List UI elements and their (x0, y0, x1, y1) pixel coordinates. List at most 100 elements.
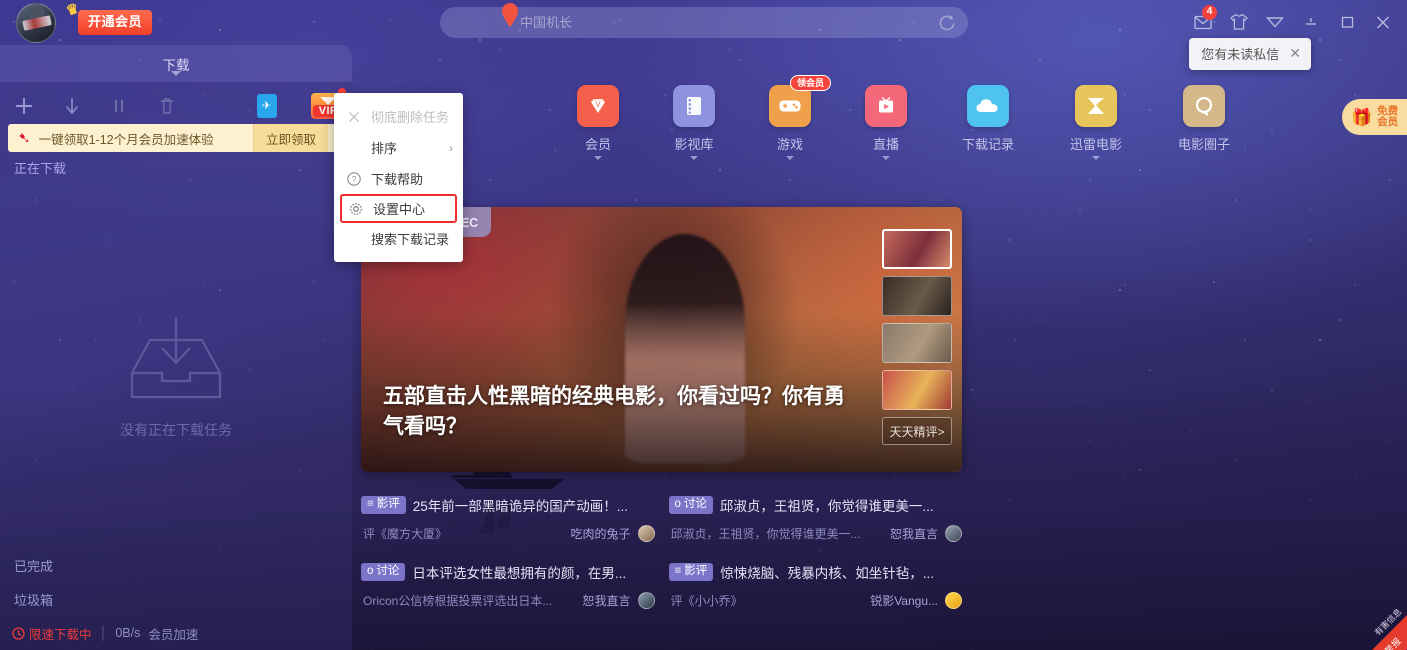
sidebar-item-completed-label: 已完成 (14, 559, 53, 574)
menu-item-settings-center-label: 设置中心 (373, 199, 425, 218)
article-meta: Oricon公信榜根据投票评选出日本... 恕我直言 (361, 592, 655, 609)
menu-item-search-download-records-label: 搜索下载记录 (371, 229, 449, 248)
article-title: 日本评选女性最想拥有的颜，在男... (412, 562, 626, 582)
sidebar-item-downloading[interactable]: 正在下载 (14, 158, 66, 177)
svg-text:?: ? (352, 175, 357, 184)
hero-thumb-4[interactable] (882, 370, 952, 410)
circle-icon (1183, 85, 1225, 127)
close-icon (346, 111, 362, 123)
open-vip-label: 开通会员 (88, 14, 142, 29)
nav-item-games[interactable]: 领会员 游戏 (762, 85, 818, 185)
badge-label: 影评 (684, 565, 707, 578)
film-icon (673, 85, 715, 127)
vip-promo-banner[interactable]: ➷ 一键领取1-12个月会员加速体验 立即领取 ✕ (8, 124, 346, 152)
toast-close-icon[interactable]: ✕ (1289, 45, 1301, 62)
article-author: 恕我直言 (582, 592, 630, 609)
nav-item-movie-circle[interactable]: 电影圈子 (1170, 85, 1238, 185)
skin-icon[interactable] (1225, 10, 1253, 34)
maximize-icon[interactable] (1333, 10, 1361, 34)
article-author: 吃肉的兔子 (570, 525, 630, 542)
crown-icon: ♛ (64, 0, 82, 20)
search-refresh-icon[interactable] (937, 13, 956, 32)
chevron-down-icon (594, 156, 602, 160)
free-vip-button[interactable]: 🎁 免费 会员 (1342, 99, 1407, 135)
tab-download[interactable]: 下载 (0, 45, 352, 82)
badge-label: 讨论 (684, 498, 707, 511)
hero-thumbnail-strip: 天天精评> (882, 229, 952, 445)
nav-item-xunlei-movie[interactable]: 迅雷电影 (1062, 85, 1130, 185)
chevron-down-icon (1092, 156, 1100, 160)
window-controls: 4 (1189, 10, 1397, 34)
avatar (945, 592, 962, 609)
chevron-right-icon: › (449, 141, 453, 155)
mail-icon[interactable]: 4 (1189, 10, 1217, 34)
gift-icon: 🎁 (1351, 109, 1372, 126)
avatar[interactable] (16, 3, 56, 43)
gamepad-icon (769, 85, 811, 127)
article-title: 25年前一部黑暗诡异的国产动画！... (413, 495, 628, 515)
add-task-button[interactable] (0, 82, 48, 130)
nav-item-live[interactable]: 直播 (858, 85, 914, 185)
thunder-icon (1075, 85, 1117, 127)
article-title: 邱淑贞，王祖贤，你觉得谁更美一... (720, 495, 934, 515)
promo-claim-button[interactable]: 立即领取 (253, 124, 328, 152)
mail-unread-badge: 4 (1202, 5, 1217, 20)
article-heading: o 讨论 邱淑贞，王祖贤，你觉得谁更美一... (669, 495, 963, 515)
report-badge[interactable]: 有害信息 举报 (1361, 604, 1407, 650)
unread-message-toast: 您有未读私信 ✕ (1189, 38, 1311, 70)
nav-item-library[interactable]: 影视库 (666, 85, 722, 185)
article-meta: 评《魔方大厦》 吃肉的兔子 (361, 525, 655, 542)
download-toolbar: ✈ VIP (0, 82, 352, 130)
nav-item-xunlei-movie-label: 迅雷电影 (1062, 134, 1130, 153)
nav-item-vip[interactable]: V 会员 (570, 85, 626, 185)
menu-item-search-download-records[interactable]: 搜索下载记录 (334, 223, 463, 254)
status-badge: o 讨论 (669, 496, 713, 514)
nav-row: V 会员 影视库 领会员 游戏 (352, 85, 1407, 185)
pause-all-button[interactable] (95, 82, 143, 130)
list-item[interactable]: ≡ 影评 惊悚烧脑、残暴内核、如坐针毡，... 评《小小乔》 锐影Vangu..… (669, 562, 963, 609)
nav-item-movie-circle-label: 电影圈子 (1170, 134, 1238, 153)
xunlei-app-window: ♛ 开通会员 4 (0, 0, 1407, 650)
menu-item-download-help-label: 下载帮助 (371, 169, 423, 188)
close-icon[interactable] (1369, 10, 1397, 34)
search-container (440, 7, 968, 38)
menu-icon[interactable] (1261, 10, 1289, 34)
list-item[interactable]: o 讨论 日本评选女性最想拥有的颜，在男... Oricon公信榜根据投票评选出… (361, 562, 655, 609)
menu-item-sort[interactable]: 排序 › (334, 132, 463, 163)
cloud-icon (967, 85, 1009, 127)
open-vip-button[interactable]: ♛ 开通会员 (78, 10, 152, 35)
sidebar-item-trash-label: 垃圾箱 (14, 593, 53, 608)
accel-label[interactable]: 会员加速 (148, 624, 198, 643)
status-badge: ≡ 影评 (361, 496, 406, 514)
minimize-icon[interactable] (1297, 10, 1325, 34)
article-heading: o 讨论 日本评选女性最想拥有的颜，在男... (361, 562, 655, 582)
speed-limit-status: 限速下载中 (12, 624, 92, 643)
sidebar-item-completed[interactable]: 已完成 (14, 556, 53, 575)
start-all-button[interactable] (48, 82, 96, 130)
menu-item-settings-center[interactable]: 设置中心 (340, 194, 457, 223)
svg-text:V: V (596, 102, 601, 109)
article-grid: ≡ 影评 25年前一部黑暗诡异的国产动画！... 评《魔方大厦》 吃肉的兔子 o… (361, 495, 962, 609)
tv-icon (865, 85, 907, 127)
hero-thumb-2[interactable] (882, 276, 952, 316)
menu-item-delete-permanently-label: 彻底删除任务 (371, 107, 449, 126)
list-item[interactable]: o 讨论 邱淑贞，王祖贤，你觉得谁更美一... 邱淑贞，王祖贤，你觉得谁更美一.… (669, 495, 963, 542)
nav-item-download-history[interactable]: 下载记录 (954, 85, 1022, 185)
hero-thumb-3[interactable] (882, 323, 952, 363)
hero-more-button[interactable]: 天天精评> (882, 417, 952, 445)
badge-label: 影评 (377, 498, 400, 511)
search-input[interactable] (440, 7, 968, 38)
sidebar-item-trash[interactable]: 垃圾箱 (14, 590, 53, 609)
article-title: 惊悚烧脑、残暴内核、如坐针毡，... (720, 562, 934, 582)
badge-glyph: ≡ (675, 565, 682, 578)
phone-transfer-button[interactable]: ✈ (243, 82, 291, 130)
delete-button[interactable] (143, 82, 191, 130)
download-panel: 下载 ✈ VIP ➷ 一键领 (0, 45, 352, 650)
list-item[interactable]: ≡ 影评 25年前一部黑暗诡异的国产动画！... 评《魔方大厦》 吃肉的兔子 (361, 495, 655, 542)
nav-item-live-label: 直播 (858, 134, 914, 153)
status-bar: 限速下载中 │ 0B/s 会员加速 (0, 616, 352, 650)
menu-item-sort-label: 排序 (371, 138, 397, 157)
hero-thumb-1[interactable] (882, 229, 952, 269)
phone-glyph: ✈ (262, 101, 271, 112)
menu-item-download-help[interactable]: ? 下载帮助 (334, 163, 463, 194)
